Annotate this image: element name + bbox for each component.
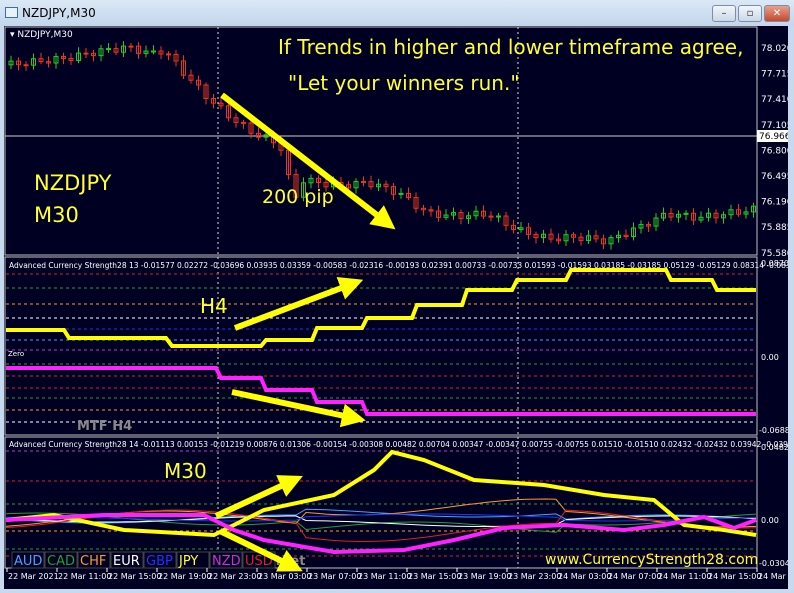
candle-body — [241, 121, 246, 124]
legend-jpy: JPY — [178, 554, 198, 569]
m30-indicator-header: Advanced Currency Strength28 14 -0.01113… — [9, 440, 788, 449]
h4-downtrend-arrow — [231, 389, 366, 428]
h4-scale-max: 0.08706 — [761, 259, 788, 268]
time-label: 23 Mar 19:00 — [458, 572, 511, 581]
window-title: NZDJPY,M30 — [22, 6, 96, 20]
h4-indicator-header: Advanced Currency Strength28 13 -0.01577… — [9, 261, 788, 270]
main-pane-label: ▾ NZDJPY,M30 — [10, 30, 73, 40]
currency-legend: AUD CAD CHF EUR GBP JPY NZD USD — [11, 551, 276, 569]
pip-annotation: 200 pip — [262, 186, 334, 208]
legend-eur: EUR — [113, 554, 140, 569]
time-label: 24 Mar 07:00 — [608, 572, 661, 581]
candle-body — [151, 50, 156, 53]
price-label: 77.715 — [761, 70, 788, 80]
symbol-annotation: NZDJPY — [34, 171, 112, 195]
time-axis: 22 Mar 2021 22 Mar 11:0022 Mar 15:0022 Ma… — [6, 568, 788, 581]
restore-button[interactable]: ▫ — [738, 5, 762, 22]
candle-body — [83, 52, 89, 55]
price-scale: 78.020 77.715 77.410 77.105 76.800 76.495 76.1… — [761, 44, 788, 259]
headline-1: If Trends in higher and lower timeframe … — [278, 35, 743, 59]
price-label: 76.495 — [761, 172, 788, 182]
h4-annotation: H4 — [200, 294, 228, 318]
price-label: 76.190 — [761, 198, 788, 208]
m30-scale-zero: 0.00 — [761, 516, 779, 525]
time-label: 23 Mar 23:00 — [508, 572, 561, 581]
legend-gbp: GBP — [146, 554, 173, 569]
time-label: 22 Mar 11:00 — [58, 572, 111, 581]
m30-scale-min: -0.03044 — [759, 559, 788, 568]
price-label: 78.020 — [761, 44, 788, 54]
chart-area[interactable]: ▾ NZDJPY,M30 78.02077.71577.41077.10576.… — [4, 26, 788, 589]
time-label: 23 Mar 07:00 — [308, 572, 361, 581]
website-label: www.CurrencyStrength28.com — [545, 552, 758, 568]
legend-cad: CAD — [47, 554, 75, 569]
chart-svg: ▾ NZDJPY,M30 78.02077.71577.41077.10576.… — [4, 26, 788, 581]
h4-scale-min: -0.06888 — [759, 426, 788, 435]
minimize-button[interactable]: – — [712, 5, 736, 22]
title-bar: NZDJPY,M30 – ▫ ✕ — [0, 0, 794, 26]
time-label: 22 Mar 19:00 — [158, 572, 211, 581]
candle-body — [361, 181, 366, 184]
time-label: 24 Mar 03:00 — [558, 572, 611, 581]
price-label: 75.885 — [761, 223, 788, 233]
candle-body — [496, 215, 501, 218]
m30-annotation: M30 — [164, 459, 207, 483]
h4-pane-frame — [4, 256, 758, 436]
mtf-watermark: MTF H4 — [77, 419, 132, 434]
timeframe-annotation: M30 — [34, 203, 79, 227]
price-label: 76.800 — [761, 146, 788, 156]
m30-strength-lines — [5, 449, 757, 557]
candle-body — [488, 215, 494, 218]
h4-strength-lines — [6, 268, 756, 423]
time-label: 22 Mar 15:00 — [108, 572, 161, 581]
price-label: 77.410 — [761, 95, 788, 105]
nzd-h4-line — [6, 366, 756, 416]
chart-window-icon — [5, 7, 18, 18]
time-label: 24 Mar 19 — [758, 572, 788, 581]
time-label: 22 Mar 23:00 — [208, 572, 261, 581]
candle-body — [23, 64, 29, 67]
m30-pane-frame — [4, 436, 758, 569]
close-button[interactable]: ✕ — [764, 5, 790, 22]
headline-2: "Let your winners run." — [288, 71, 520, 95]
current-price: 76.966 — [759, 132, 788, 142]
m30-uptrend-arrow — [214, 475, 303, 519]
candle-body — [128, 45, 134, 48]
zero-label: Zero — [8, 350, 24, 358]
candle-body — [106, 48, 111, 51]
time-label: 23 Mar 11:00 — [358, 572, 411, 581]
time-label: 23 Mar 03:00 — [258, 572, 311, 581]
legend-chf: CHF — [80, 554, 106, 569]
legend-nzd: NZD — [212, 554, 241, 569]
jpy-h4-line — [6, 268, 756, 348]
m30-scale-max: 0.04822 — [761, 443, 788, 452]
price-label: 77.105 — [761, 121, 788, 131]
h4-uptrend-arrow — [233, 276, 364, 331]
time-label: 24 Mar 15:00 — [708, 572, 761, 581]
price-label: 75.580 — [761, 249, 788, 259]
candle-body — [166, 53, 171, 56]
candle-body — [398, 192, 404, 195]
legend-aud: AUD — [14, 554, 42, 569]
h4-scale-zero: 0.00 — [761, 353, 779, 362]
time-label: 24 Mar 11:00 — [658, 572, 711, 581]
time-label: 22 Mar 2021 — [8, 572, 59, 581]
time-label: 23 Mar 15:00 — [408, 572, 461, 581]
